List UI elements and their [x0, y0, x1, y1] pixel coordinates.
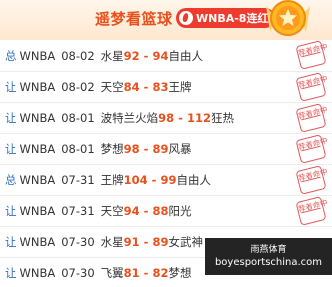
home-score: 84 — [123, 80, 140, 94]
home-score: 81 — [123, 266, 140, 280]
match-date: 08-01 — [61, 142, 95, 156]
score-separator: - — [143, 235, 149, 249]
league: WNBA — [19, 266, 56, 280]
away-team: 梦想 — [168, 266, 192, 280]
home-team: 天空 — [100, 80, 124, 94]
hit-stamp-icon: 荐者命中 — [295, 103, 328, 133]
away-team: 阳光 — [168, 204, 192, 218]
away-score: 82 — [152, 266, 169, 280]
home-score: 98 — [158, 111, 175, 125]
bet-type-tag: 让 — [5, 266, 17, 280]
watermark: 雨燕体育 boyesportschina.com — [205, 238, 332, 275]
away-team: 女武神 — [168, 235, 203, 249]
home-team: 天空 — [100, 204, 124, 218]
list-item[interactable]: 总 WNBA 08-02 水星 92 - 94 自由人 荐者命中 — [0, 40, 332, 72]
away-team: 自由人 — [168, 48, 203, 63]
bet-type-tag: 总 — [5, 48, 17, 63]
list-item[interactable]: 总 WNBA 07-31 王牌 104 - 99 自由人 荐者命中 — [0, 165, 332, 196]
match-date: 08-02 — [61, 80, 95, 94]
match-date: 08-02 — [61, 48, 95, 63]
home-team: 波特兰火焰 — [100, 111, 159, 125]
home-score: 92 — [123, 48, 140, 63]
away-score: 89 — [152, 142, 169, 156]
away-team: 狂热 — [210, 111, 234, 125]
score-separator: - — [143, 48, 149, 63]
hit-stamp-icon: 荐者命中 — [295, 196, 328, 226]
away-score: 89 — [152, 235, 169, 249]
score-separator: - — [143, 204, 149, 218]
match-date: 07-30 — [61, 266, 95, 280]
league: WNBA — [19, 111, 56, 125]
home-score: 94 — [123, 204, 140, 218]
league: WNBA — [19, 48, 56, 63]
flame-icon — [179, 11, 193, 25]
bet-type-tag: 总 — [5, 173, 17, 187]
home-team: 飞翼 — [100, 266, 124, 280]
gold-medal-icon — [262, 0, 314, 40]
match-date: 08-01 — [61, 111, 95, 125]
hit-stamp-icon: 荐者命中 — [295, 134, 328, 164]
home-score: 104 — [123, 173, 148, 187]
home-score: 91 — [123, 235, 140, 249]
hit-stamp-icon: 荐者命中 — [295, 165, 328, 195]
streak-badge: WNBA-8连红 — [176, 8, 276, 28]
home-team: 水星 — [100, 48, 124, 63]
hit-stamp-icon: 荐者命中 — [295, 40, 328, 70]
away-score: 112 — [186, 111, 211, 125]
league: WNBA — [19, 173, 56, 187]
bet-type-tag: 让 — [5, 235, 17, 249]
home-team: 水星 — [100, 235, 124, 249]
away-team: 自由人 — [176, 173, 211, 187]
header: 遥梦看篮球 WNBA-8连红 — [0, 0, 332, 40]
match-date: 07-31 — [61, 204, 95, 218]
home-team: 梦想 — [100, 142, 124, 156]
page-title: 遥梦看篮球 — [95, 10, 173, 28]
score-separator: - — [143, 80, 149, 94]
away-team: 风暴 — [168, 142, 192, 156]
score-separator: - — [178, 111, 183, 125]
streak-label: WNBA-8连红 — [196, 12, 269, 25]
away-score: 99 — [160, 173, 177, 187]
hit-stamp-icon: 荐者命中 — [295, 72, 328, 102]
bet-type-tag: 让 — [5, 80, 17, 94]
score-separator: - — [143, 266, 149, 280]
score-separator: - — [143, 142, 149, 156]
home-team: 王牌 — [100, 173, 124, 187]
watermark-brand: 雨燕体育 — [250, 245, 287, 255]
score-separator: - — [151, 173, 157, 187]
away-team: 王牌 — [168, 80, 192, 94]
league: WNBA — [19, 142, 56, 156]
away-score: 83 — [152, 80, 169, 94]
away-score: 94 — [152, 48, 169, 63]
bet-type-tag: 让 — [5, 111, 17, 125]
league: WNBA — [19, 235, 56, 249]
bet-type-tag: 让 — [5, 204, 17, 218]
match-date: 07-31 — [61, 173, 95, 187]
away-score: 88 — [152, 204, 169, 218]
bet-type-tag: 让 — [5, 142, 17, 156]
list-item[interactable]: 让 WNBA 08-01 波特兰火焰 98 - 112 狂热 荐者命中 — [0, 103, 332, 134]
home-score: 98 — [123, 142, 140, 156]
match-date: 07-30 — [61, 235, 95, 249]
list-item[interactable]: 让 WNBA 07-31 天空 94 - 88 阳光 荐者命中 — [0, 196, 332, 227]
league: WNBA — [19, 80, 56, 94]
list-item[interactable]: 让 WNBA 08-02 天空 84 - 83 王牌 荐者命中 — [0, 72, 332, 103]
league: WNBA — [19, 204, 56, 218]
list-item[interactable]: 让 WNBA 08-01 梦想 98 - 89 风暴 荐者命中 — [0, 134, 332, 165]
watermark-url: boyesportschina.com — [214, 257, 323, 268]
